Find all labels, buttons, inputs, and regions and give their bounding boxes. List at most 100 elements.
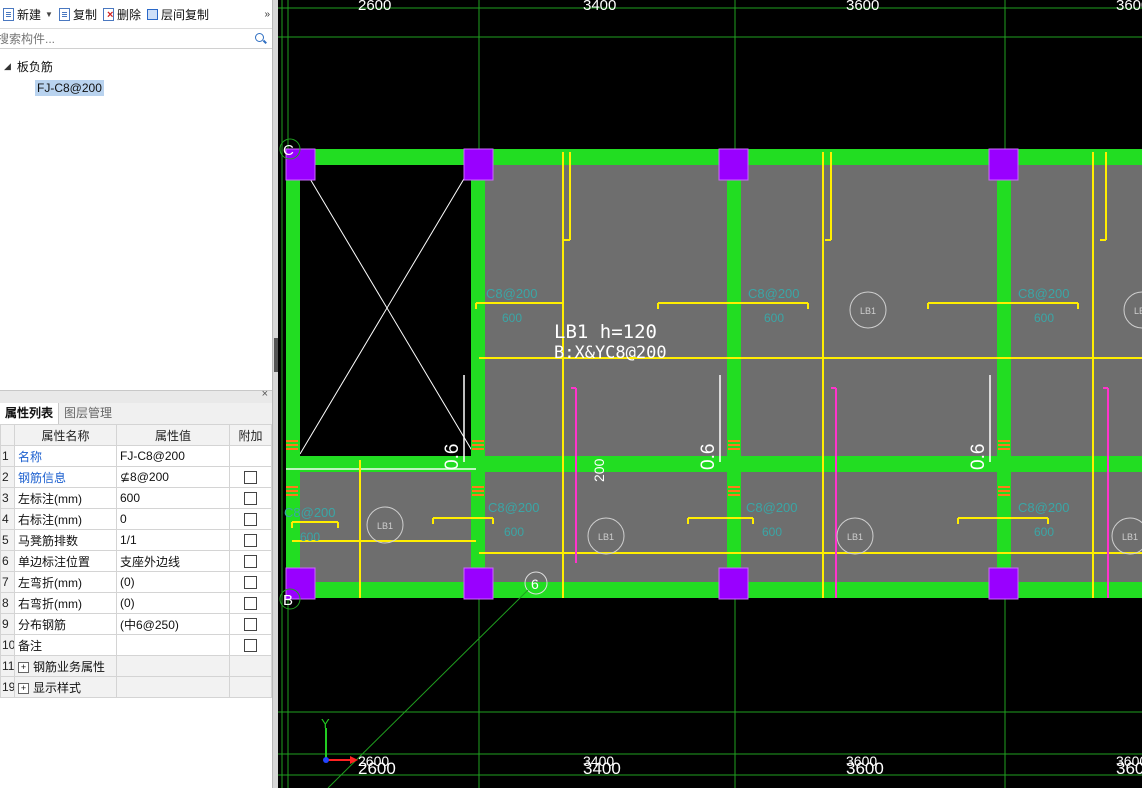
property-value[interactable]: 1/1 (116, 529, 230, 551)
property-row[interactable]: 8 右弯折(mm) (0) (0, 592, 272, 614)
support-mark (728, 494, 740, 496)
rebar-length-label: 600 (1034, 525, 1054, 539)
expand-plus-icon[interactable]: + (18, 682, 29, 694)
ratio-label: 0.6 (968, 444, 989, 470)
floor-copy-button[interactable]: 层间复制 (144, 3, 212, 25)
property-panel-header: × (0, 388, 272, 403)
search-icon[interactable] (255, 33, 264, 42)
toolbar-overflow-icon[interactable]: » (264, 9, 270, 20)
extra-checkbox[interactable] (244, 534, 257, 548)
property-extra-cell (229, 676, 272, 698)
extra-checkbox[interactable] (244, 555, 257, 569)
tree-parent-label: 板负筋 (16, 59, 53, 74)
property-value[interactable]: FJ-C8@200 (116, 445, 230, 467)
property-group-row[interactable]: 11 + 钢筋业务属性 (0, 655, 272, 677)
property-row[interactable]: 7 左弯折(mm) (0) (0, 571, 272, 593)
extra-checkbox[interactable] (244, 639, 257, 653)
cad-drawing[interactable]: C B 6 LB1 LB1 LB1 LB1 LB1 LB1 LB1 h=120B:X&YC8@20… (278, 0, 1142, 788)
new-doc-icon (3, 7, 14, 21)
property-row[interactable]: 6 单边标注位置 支座外边线 (0, 550, 272, 572)
property-row[interactable]: 9 分布钢筋 (中6@250) (0, 613, 272, 635)
property-value[interactable]: (0) (116, 571, 230, 593)
property-group-name[interactable]: + 钢筋业务属性 (14, 655, 117, 677)
row-number: 2 (0, 466, 15, 488)
row-number: 7 (0, 571, 15, 593)
property-extra-cell (229, 550, 272, 572)
new-button[interactable]: 新建 (0, 3, 44, 25)
slab-tag-label: LB1 (1134, 306, 1142, 316)
property-tabs: 属性列表 图层管理 (0, 403, 272, 425)
property-name: 左标注(mm) (14, 487, 117, 509)
row-number: 1 (0, 445, 15, 467)
property-value[interactable]: (0) (116, 592, 230, 614)
property-name: 右弯折(mm) (14, 592, 117, 614)
property-value[interactable]: 支座外边线 (116, 550, 230, 572)
property-value[interactable]: ⊈8@200 (116, 466, 230, 488)
property-name: 备注 (14, 634, 117, 656)
support-mark (286, 440, 298, 442)
rebar-spec-label: C8@200 (748, 286, 800, 301)
row-number: 8 (0, 592, 15, 614)
new-button-label: 新建 (17, 7, 42, 22)
tab-layer-manager[interactable]: 图层管理 (59, 403, 117, 424)
rebar-spec-label: C8@200 (284, 505, 336, 520)
tree-collapse-icon[interactable]: ◢ (4, 61, 11, 72)
support-mark (998, 440, 1010, 442)
tree-child-label[interactable]: FJ-C8@200 (35, 80, 104, 96)
cad-canvas[interactable]: C B 6 LB1 LB1 LB1 LB1 LB1 LB1 LB1 h=120B:X&YC8@20… (278, 0, 1142, 788)
column (718, 148, 749, 181)
property-value[interactable] (116, 634, 230, 656)
property-value[interactable]: 0 (116, 508, 230, 530)
copy-button[interactable]: 复制 (56, 3, 100, 25)
slab-tag-label: LB1 (1122, 532, 1138, 542)
property-value[interactable]: 600 (116, 487, 230, 509)
property-row[interactable]: 4 右标注(mm) 0 (0, 508, 272, 530)
expand-plus-icon[interactable]: + (18, 661, 29, 673)
dim-200-label: 200 (591, 458, 607, 482)
property-row[interactable]: 2 钢筋信息 ⊈8@200 (0, 466, 272, 488)
tree-node-child[interactable]: FJ-C8@200 (0, 77, 272, 99)
rebar-spec-label: C8@200 (746, 500, 798, 515)
extra-checkbox[interactable] (244, 597, 257, 611)
property-extra-cell (229, 613, 272, 635)
property-value[interactable]: (中6@250) (116, 613, 230, 635)
support-mark (286, 494, 298, 496)
bottom-dimension-label: 2600 (358, 759, 396, 778)
property-row[interactable]: 10 备注 (0, 634, 272, 656)
tree-node-parent[interactable]: ◢ 板负筋 (0, 55, 272, 77)
search-input[interactable] (0, 30, 247, 47)
extra-checkbox[interactable] (244, 576, 257, 590)
column-header-name: 属性名称 (14, 424, 117, 446)
delete-button[interactable]: 删除 (100, 3, 144, 25)
column (463, 567, 494, 600)
support-mark (728, 440, 740, 442)
property-group-row[interactable]: 19 + 显示样式 (0, 676, 272, 698)
property-row[interactable]: 1 名称 FJ-C8@200 (0, 445, 272, 467)
component-search (0, 29, 272, 49)
row-number: 5 (0, 529, 15, 551)
property-group-name[interactable]: + 显示样式 (14, 676, 117, 698)
extra-checkbox[interactable] (244, 471, 257, 485)
extra-checkbox[interactable] (244, 618, 257, 632)
extra-checkbox[interactable] (244, 513, 257, 527)
support-mark (728, 444, 740, 446)
new-dropdown-arrow-icon[interactable]: ▼ (45, 10, 53, 19)
close-icon[interactable]: × (262, 388, 268, 400)
row-number-header (0, 424, 15, 446)
tab-property-list[interactable]: 属性列表 (0, 403, 60, 424)
beam (727, 149, 741, 598)
property-extra-cell (229, 655, 272, 677)
beam (286, 149, 300, 598)
extra-checkbox[interactable] (244, 492, 257, 506)
property-name: 单边标注位置 (14, 550, 117, 572)
bottom-dimension-label: 3400 (583, 759, 621, 778)
rebar-spec-label: C8@200 (488, 500, 540, 515)
row-number: 3 (0, 487, 15, 509)
rebar-spec-label: C8@200 (1018, 500, 1070, 515)
property-row[interactable]: 3 左标注(mm) 600 (0, 487, 272, 509)
property-row[interactable]: 5 马凳筋排数 1/1 (0, 529, 272, 551)
column (718, 567, 749, 600)
property-extra-cell (229, 508, 272, 530)
property-extra-cell (229, 487, 272, 509)
property-name: 分布钢筋 (14, 613, 117, 635)
